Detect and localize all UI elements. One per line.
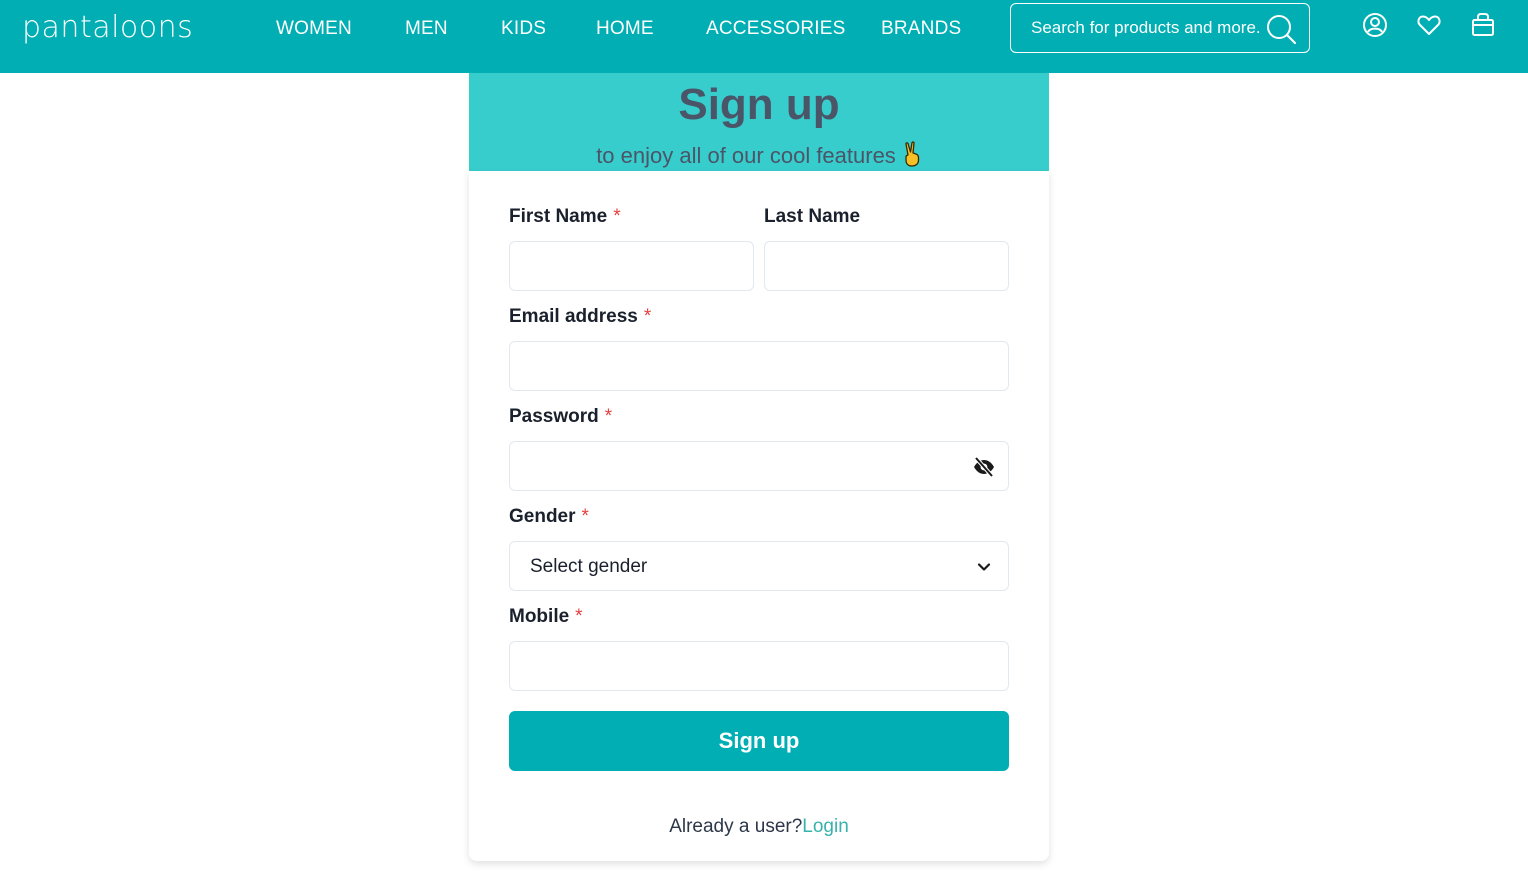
mobile-input[interactable]: [510, 642, 1008, 690]
first-name-label-text: First Name: [509, 206, 608, 227]
email-input[interactable]: [510, 342, 1008, 390]
top-navbar: pantaloons WOMEN MEN KIDS HOME ACCESSORI…: [0, 0, 1528, 73]
user-icon[interactable]: [1362, 12, 1388, 38]
nav-brands[interactable]: BRANDS: [881, 17, 961, 41]
page-title: Sign up: [678, 80, 840, 129]
password-field: [509, 441, 1009, 491]
nav-kids[interactable]: KIDS: [501, 17, 546, 41]
required-mark: *: [581, 506, 589, 527]
required-mark: *: [613, 206, 621, 227]
first-name-input[interactable]: [510, 242, 753, 290]
password-label: Password *: [509, 405, 612, 429]
search-input[interactable]: [1031, 4, 1267, 52]
brand-logo[interactable]: pantaloons: [22, 12, 193, 44]
first-name-field: [509, 241, 754, 291]
email-label: Email address *: [509, 305, 651, 329]
chevron-down-icon: [977, 563, 991, 571]
login-link[interactable]: Login: [802, 816, 849, 837]
victory-hand-icon: [905, 141, 919, 167]
gender-select[interactable]: Select gender: [509, 541, 1009, 591]
mobile-label-text: Mobile: [509, 606, 570, 627]
password-label-text: Password: [509, 406, 599, 427]
password-input[interactable]: [510, 442, 1008, 490]
mobile-field: [509, 641, 1009, 691]
eye-slash-icon[interactable]: [972, 455, 996, 479]
first-name-label: First Name *: [509, 205, 621, 229]
login-prompt: Already a user?Login: [469, 815, 1049, 839]
nav-women[interactable]: WOMEN: [276, 17, 352, 41]
last-name-field: [764, 241, 1009, 291]
gender-label-text: Gender: [509, 506, 576, 527]
already-user-text: Already a user?: [669, 816, 803, 837]
signup-hero: Sign up to enjoy all of our cool feature…: [469, 73, 1049, 171]
signup-button[interactable]: Sign up: [509, 711, 1009, 771]
nav-men[interactable]: MEN: [405, 17, 448, 41]
mobile-label: Mobile *: [509, 605, 583, 629]
subtitle-text: to enjoy all of our cool features: [596, 143, 896, 168]
signup-form: First Name * Last Name Email address * Pas…: [469, 171, 1049, 861]
required-mark: *: [575, 606, 583, 627]
search-box: [1010, 3, 1310, 53]
search-icon[interactable]: [1265, 13, 1297, 45]
nav-home[interactable]: HOME: [596, 17, 654, 41]
gender-selected-value: Select gender: [530, 556, 648, 577]
heart-icon[interactable]: [1416, 12, 1442, 38]
bag-icon[interactable]: [1470, 12, 1496, 38]
required-mark: *: [604, 406, 613, 427]
page-subtitle: to enjoy all of our cool features: [469, 141, 1049, 170]
gender-label: Gender *: [509, 505, 589, 529]
nav-accessories[interactable]: ACCESSORIES: [706, 17, 845, 41]
last-name-label: Last Name: [764, 206, 861, 227]
last-name-input[interactable]: [765, 242, 1008, 290]
required-mark: *: [643, 306, 652, 327]
email-field: [509, 341, 1009, 391]
email-label-text: Email address: [509, 306, 638, 327]
